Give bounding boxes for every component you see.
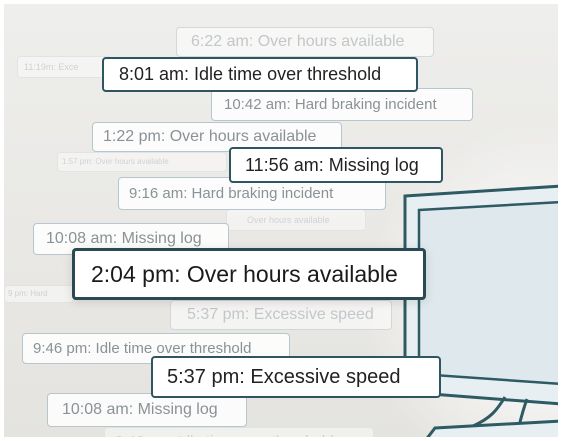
- frame-edge-top: [0, 0, 562, 4]
- frame-edge-left: [0, 0, 4, 441]
- alert-bg-excessive-1119: 11:19m: Exce: [17, 56, 113, 78]
- alert-over-hours-hidden: Over hours available: [226, 209, 366, 231]
- alert-over-hours-204-hero: 2:04 pm: Over hours available: [72, 248, 426, 300]
- alert-missing-log-1008-bottom: 10:08 am: Missing log: [47, 393, 247, 427]
- alert-excessive-speed-537: 5:37 pm: Excessive speed: [151, 356, 441, 398]
- alert-over-hours-157: 1:57 pm: Over hours available: [57, 152, 227, 172]
- frame-edge-right: [558, 0, 562, 441]
- alert-idle-time-801: 8:01 am: Idle time over threshold: [102, 57, 418, 92]
- alert-bg-over-hours-622: 6:22 am: Over hours available: [176, 27, 434, 57]
- alert-hard-braking-left: 9 pm: Hard: [4, 285, 74, 303]
- alert-missing-log-1156: 11:56 am: Missing log: [229, 147, 443, 183]
- alert-hard-braking-1042: 10:42 am: Hard braking incident: [211, 88, 473, 121]
- illustration-scene: 6:22 am: Over hours available 11:19m: Ex…: [0, 0, 562, 441]
- frame-edge-bottom: [0, 437, 562, 441]
- desktop-monitor-icon: [395, 178, 562, 441]
- alert-excessive-speed-537-ghost: 5:37 pm: Excessive speed: [170, 300, 392, 330]
